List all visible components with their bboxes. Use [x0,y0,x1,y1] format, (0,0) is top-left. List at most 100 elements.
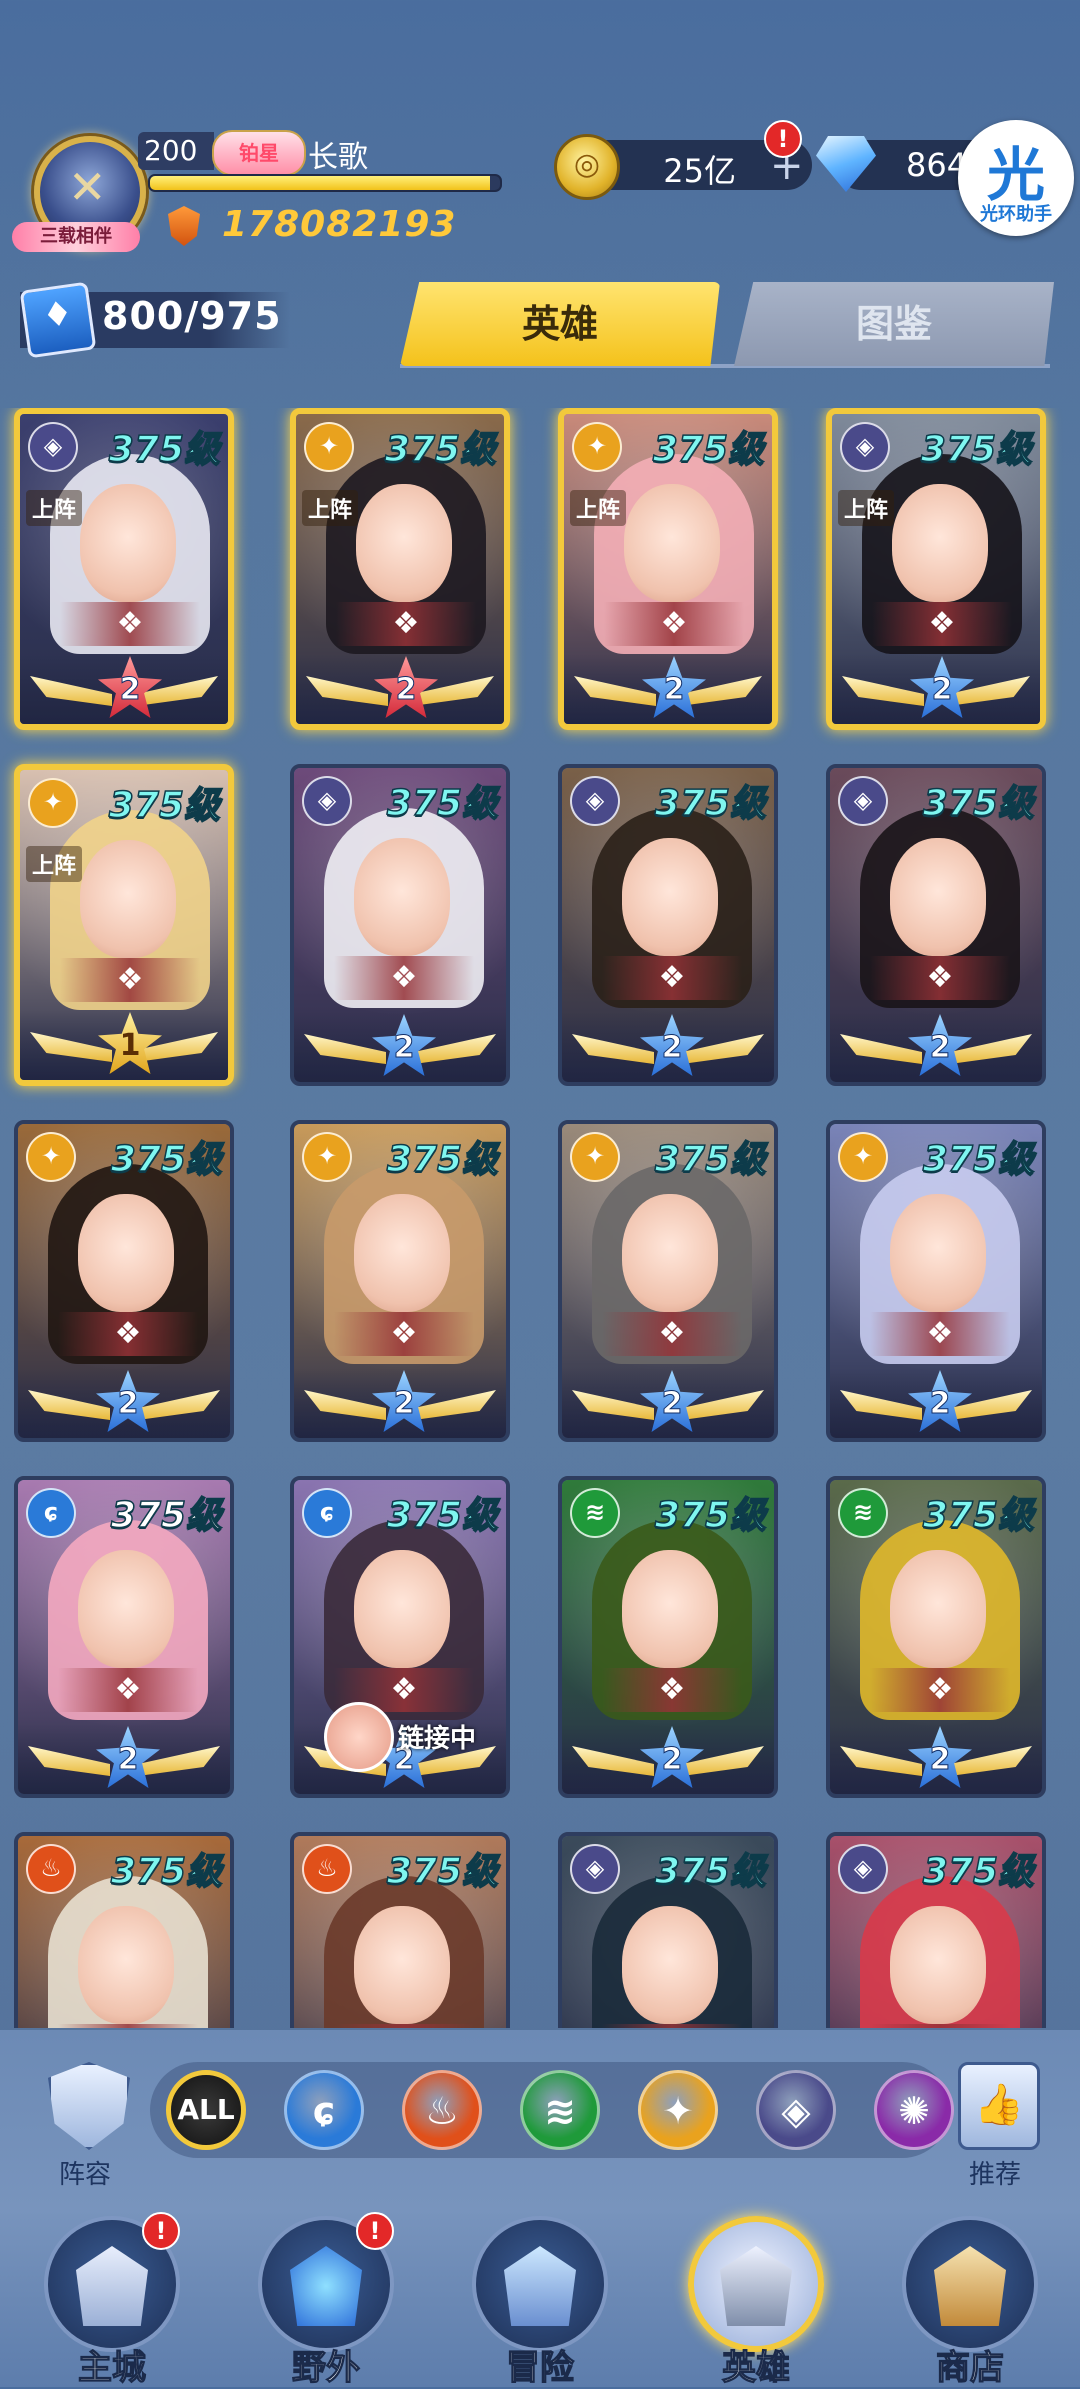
hero-card[interactable]: ✦375级上阵2 [290,408,510,730]
hero-card[interactable]: ✦375级上阵1 [14,764,234,1086]
thumbs-up-icon: 👍 [958,2062,1040,2150]
void-element-icon: ◈ [570,776,620,826]
hero-card[interactable]: ɕ375级2 [14,1476,234,1798]
faction-emblem-icon [870,1668,1010,1712]
nav-item-2[interactable]: 野外! [238,2210,408,2389]
hero-card[interactable]: ♨ 375级 [290,1832,510,2028]
faction-emblem-icon [336,602,476,646]
light-element-icon: ✦ [26,1132,76,1182]
light-element-icon: ✦ [304,422,354,472]
void-element-icon[interactable]: ◈ [756,2070,836,2150]
hero-face [622,838,718,956]
tab-atlas[interactable]: 图鉴 [734,282,1054,366]
nav-label: 冒险 [505,2347,574,2388]
hero-card[interactable]: ◈375级2 [826,764,1046,1086]
hero-face [80,484,176,602]
rank-badge: 铂星 [212,130,306,176]
nav-alert-icon: ! [142,2212,180,2250]
faction-emblem-icon [58,2024,198,2028]
lineup-label: 阵容 [58,2160,111,2190]
hero-card[interactable]: ◈ 375级 [826,1832,1046,2028]
link-status: 链接中 [398,1724,477,1754]
hero-face [622,1194,718,1312]
hero-card[interactable]: ✦375级2 [558,1120,778,1442]
hero-level: 375级 [386,782,499,825]
link-avatar-icon [324,1702,394,1772]
assist-helper-button[interactable]: 光 光环助手 [958,120,1074,236]
hero-level: 375级 [110,1850,223,1893]
nav-label: 野外 [291,2347,360,2388]
hero-face [356,484,452,602]
hero-level: 375级 [922,1850,1035,1893]
fire-element-icon[interactable]: ♨ [402,2070,482,2150]
hero-face [624,484,720,602]
light-element-icon: ✦ [302,1132,352,1182]
faction-emblem-icon [334,2024,474,2028]
hero-card[interactable]: ◈375级上阵2 [14,408,234,730]
hero-level: 375级 [384,428,497,471]
light-element-icon[interactable]: ✦ [638,2070,718,2150]
void-element-icon: ◈ [840,422,890,472]
hero-card[interactable]: ◈375级上阵2 [826,408,1046,730]
exp-bar-fill [150,176,490,190]
hero-card[interactable]: ◈375级2 [558,764,778,1086]
faction-emblem-icon [334,956,474,1000]
dark-element-icon[interactable]: ✺ [874,2070,954,2150]
hero-card[interactable]: ≋375级2 [558,1476,778,1798]
recommend-button[interactable]: 👍 推荐 [940,2062,1050,2192]
void-element-icon: ◈ [570,1844,620,1894]
hero-card[interactable]: ≋375级2 [826,1476,1046,1798]
gold-alert-icon: ! [764,120,802,158]
deployed-tag: 上阵 [570,490,627,526]
nav-label: 主城 [77,2347,146,2388]
nav-item-4[interactable]: 英雄 [668,2210,838,2389]
hero-card[interactable]: ✦375级2 [14,1120,234,1442]
hero-count: 800/975 [102,294,282,338]
void-element-icon: ◈ [28,422,78,472]
faction-emblem-icon [602,2024,742,2028]
shield-icon [48,2062,130,2150]
hero-face [78,1906,174,2024]
faction-emblem-icon [602,1668,742,1712]
hero-level: 375级 [922,782,1035,825]
void-element-icon: ◈ [302,776,352,826]
faction-emblem-icon [604,602,744,646]
hero-face [354,1906,450,2024]
light-element-icon: ✦ [570,1132,620,1182]
hero-card[interactable]: ✦375级2 [290,1120,510,1442]
tab-hero[interactable]: 英雄 [400,282,720,366]
hero-card[interactable]: ◈375级2 [290,764,510,1086]
filter-all-button[interactable]: ALL [166,2070,246,2150]
nav-label: 商店 [935,2347,1004,2388]
combat-power: 178082193 [222,204,457,245]
faction-emblem-icon [602,1312,742,1356]
hero-face [890,1906,986,2024]
wind-element-icon[interactable]: ≋ [520,2070,600,2150]
faction-emblem-icon [870,956,1010,1000]
faction-emblem-icon [60,602,200,646]
water-element-icon[interactable]: ɕ [284,2070,364,2150]
assist-label: 光环助手 [980,204,1052,225]
faction-emblem-icon [60,958,200,1002]
avatar-ribbon: 三载相伴 [12,222,140,252]
hero-face [354,838,450,956]
hero-card[interactable]: ✦375级2 [826,1120,1046,1442]
hero-card[interactable]: ◈ 375级 [558,1832,778,2028]
light-element-icon: ✦ [838,1132,888,1182]
faction-emblem-icon [870,1312,1010,1356]
lineup-button[interactable]: 阵容 [30,2062,140,2192]
hero-card[interactable]: ɕ375级2链接中 [290,1476,510,1798]
hero-face [78,1194,174,1312]
hero-card[interactable]: ✦375级上阵2 [558,408,778,730]
fire-element-icon: ♨ [302,1844,352,1894]
nav-item-3[interactable]: 冒险 [452,2210,622,2389]
hero-level: 375级 [654,1494,767,1537]
faction-emblem-icon [872,602,1012,646]
nav-item-1[interactable]: 主城! [24,2210,194,2389]
nav-item-5[interactable]: 商店 [882,2210,1052,2389]
hero-card[interactable]: ♨ 375级 [14,1832,234,2028]
hero-level: 375级 [110,1494,223,1537]
hero-face [892,484,988,602]
hero-level: 375级 [386,1850,499,1893]
water-element-icon: ɕ [26,1488,76,1538]
